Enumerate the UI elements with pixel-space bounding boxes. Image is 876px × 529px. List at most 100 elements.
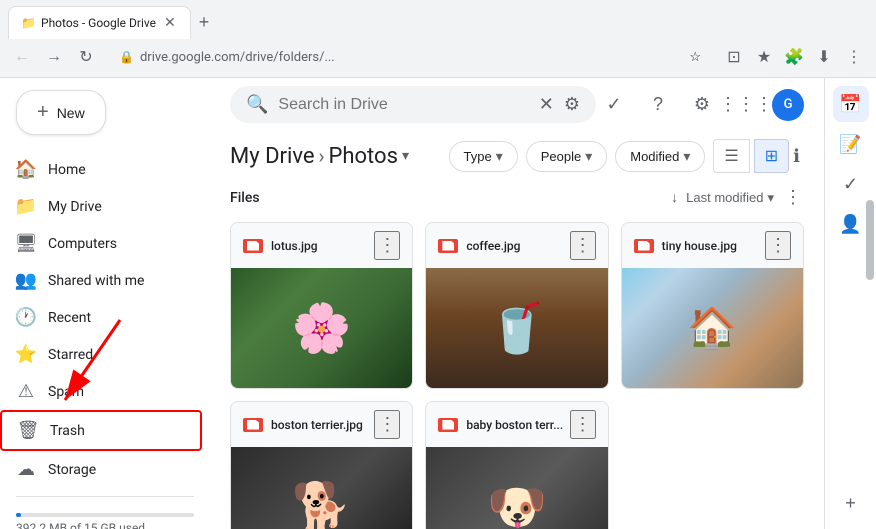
filter-icon[interactable]: ⚙ xyxy=(564,94,580,115)
clear-search-icon[interactable]: ✕ xyxy=(539,94,554,115)
breadcrumb-current[interactable]: Photos ▾ xyxy=(329,144,409,169)
right-sidebar: 📅 📝 ✓ 👤 + xyxy=(824,78,876,529)
lock-icon: 🔒 xyxy=(119,50,134,64)
sidebar-item-shared-with-me[interactable]: 👥 Shared with me xyxy=(0,262,202,299)
address-actions: ⊡ ★ 🧩 ⬇ ⋮ xyxy=(720,43,868,71)
sidebar-item-label: Storage xyxy=(48,462,96,478)
grid-view-button[interactable]: ⊞ xyxy=(754,139,789,173)
sidebar-item-starred[interactable]: ⭐ Starred xyxy=(0,336,202,373)
file-card-header: boston terrier.jpg ⋮ xyxy=(231,402,412,447)
type-filter[interactable]: Type ▾ xyxy=(449,141,518,172)
storage-bar-fill xyxy=(16,513,21,517)
sidebar-item-my-drive[interactable]: 📁 My Drive xyxy=(0,188,202,225)
check-circle-button[interactable]: ✓ xyxy=(596,87,632,123)
url-bar[interactable]: 🔒 drive.google.com/drive/folders/... ☆ xyxy=(104,44,716,71)
sidebar: + New 🏠 Home 📁 My Drive 🖥 Computers 👥 Sh… xyxy=(0,78,210,529)
avatar[interactable]: G xyxy=(772,89,804,121)
screen-cast-button[interactable]: ⊡ xyxy=(720,43,748,71)
tasks-button[interactable]: ✓ xyxy=(833,166,869,202)
breadcrumb-parent[interactable]: My Drive xyxy=(230,144,315,169)
file-menu-button[interactable]: ⋮ xyxy=(570,410,596,439)
sidebar-item-trash[interactable]: 🗑 Trash xyxy=(0,410,202,451)
file-card-tiny-house[interactable]: tiny house.jpg ⋮ xyxy=(621,222,804,389)
sidebar-item-computers[interactable]: 🖥 Computers xyxy=(0,225,202,262)
file-card-header: baby boston terr... ⋮ xyxy=(426,402,607,447)
breadcrumb-current-label: Photos xyxy=(329,144,398,169)
sidebar-item-recent[interactable]: 🕐 Recent xyxy=(0,299,202,336)
notes-button[interactable]: 📝 xyxy=(833,126,869,162)
modified-filter[interactable]: Modified ▾ xyxy=(615,141,705,172)
file-name: baby boston terr... xyxy=(466,418,563,432)
file-card-boston-terrier[interactable]: boston terrier.jpg ⋮ xyxy=(230,401,413,529)
list-view-button[interactable]: ☰ xyxy=(713,139,749,173)
add-apps-button[interactable]: + xyxy=(833,485,869,521)
downloads-button[interactable]: ⬇ xyxy=(810,43,838,71)
file-card-baby-boston-terrier[interactable]: baby boston terr... ⋮ xyxy=(425,401,608,529)
back-button[interactable]: ← xyxy=(8,43,36,71)
view-toggle: ☰ ⊞ xyxy=(713,139,789,173)
people-filter-arrow: ▾ xyxy=(585,148,592,165)
tab-favicon: 📁 xyxy=(21,16,35,30)
starred-icon: ⭐ xyxy=(16,344,36,365)
file-menu-button[interactable]: ⋮ xyxy=(374,410,400,439)
calendar-button[interactable]: 📅 xyxy=(833,86,869,122)
new-tab-button[interactable]: + xyxy=(195,8,214,37)
files-section-title: Files xyxy=(230,190,260,206)
file-menu-button[interactable]: ⋮ xyxy=(570,231,596,260)
people-filter[interactable]: People ▾ xyxy=(526,141,608,172)
modified-filter-arrow: ▾ xyxy=(683,148,690,165)
reload-button[interactable]: ↻ xyxy=(72,43,100,71)
tab-close-button[interactable]: ✕ xyxy=(162,13,178,33)
file-thumbnail xyxy=(426,447,607,529)
file-card-lotus[interactable]: lotus.jpg ⋮ xyxy=(230,222,413,389)
search-icon: 🔍 xyxy=(246,94,268,115)
browser-chrome: 📁 Photos - Google Drive ✕ + ← → ↻ 🔒 driv… xyxy=(0,0,876,78)
file-menu-button[interactable]: ⋮ xyxy=(374,231,400,260)
new-button[interactable]: + New xyxy=(16,90,106,135)
more-button[interactable]: ⋮ xyxy=(840,43,868,71)
apps-button[interactable]: ⋮⋮⋮ xyxy=(728,87,764,123)
view-controls: Type ▾ People ▾ Modified ▾ xyxy=(449,139,805,173)
sidebar-item-label: Computers xyxy=(48,236,117,252)
breadcrumb-dropdown-icon[interactable]: ▾ xyxy=(402,148,409,164)
recent-icon: 🕐 xyxy=(16,307,36,328)
address-bar: ← → ↻ 🔒 drive.google.com/drive/folders/.… xyxy=(0,39,876,77)
tab-bar: 📁 Photos - Google Drive ✕ + xyxy=(0,0,876,39)
sidebar-item-home[interactable]: 🏠 Home xyxy=(0,151,202,188)
people-filter-label: People xyxy=(541,149,581,164)
scrollbar-thumb[interactable] xyxy=(866,200,874,280)
file-type-icon xyxy=(634,239,654,253)
sidebar-item-spam[interactable]: ⚠ Spam xyxy=(0,373,202,410)
bookmark-button[interactable]: ★ xyxy=(750,43,778,71)
file-type-icon xyxy=(438,239,458,253)
file-type-icon xyxy=(438,418,458,432)
star-icon[interactable]: ☆ xyxy=(689,50,701,65)
file-menu-button[interactable]: ⋮ xyxy=(765,231,791,260)
file-name: tiny house.jpg xyxy=(662,239,737,253)
file-card-header: lotus.jpg ⋮ xyxy=(231,223,412,268)
file-name: coffee.jpg xyxy=(466,239,520,253)
sort-button[interactable]: Last modified ▾ xyxy=(686,190,774,206)
file-card-coffee[interactable]: coffee.jpg ⋮ xyxy=(425,222,608,389)
filter-chips: Type ▾ People ▾ Modified ▾ xyxy=(449,141,706,172)
search-input[interactable] xyxy=(278,96,528,114)
sort-label: Last modified xyxy=(686,190,763,205)
active-tab[interactable]: 📁 Photos - Google Drive ✕ xyxy=(8,6,191,39)
file-thumbnail xyxy=(426,268,607,388)
sidebar-item-label: Starred xyxy=(48,347,93,363)
forward-button[interactable]: → xyxy=(40,43,68,71)
help-button[interactable]: ? xyxy=(640,87,676,123)
extensions-button[interactable]: 🧩 xyxy=(780,43,808,71)
file-card-header: tiny house.jpg ⋮ xyxy=(622,223,803,268)
contacts-button[interactable]: 👤 xyxy=(833,206,869,242)
files-more-button[interactable]: ⋮ xyxy=(782,185,804,210)
file-info: coffee.jpg xyxy=(438,239,520,253)
modified-filter-label: Modified xyxy=(630,149,679,164)
settings-button[interactable]: ⚙ xyxy=(684,87,720,123)
file-card-header: coffee.jpg ⋮ xyxy=(426,223,607,268)
file-type-icon xyxy=(243,239,263,253)
sidebar-item-storage[interactable]: ☁ Storage xyxy=(0,451,202,488)
info-button[interactable]: ℹ xyxy=(789,142,804,171)
file-thumbnail xyxy=(231,268,412,388)
sort-dropdown-icon: ▾ xyxy=(767,190,774,206)
